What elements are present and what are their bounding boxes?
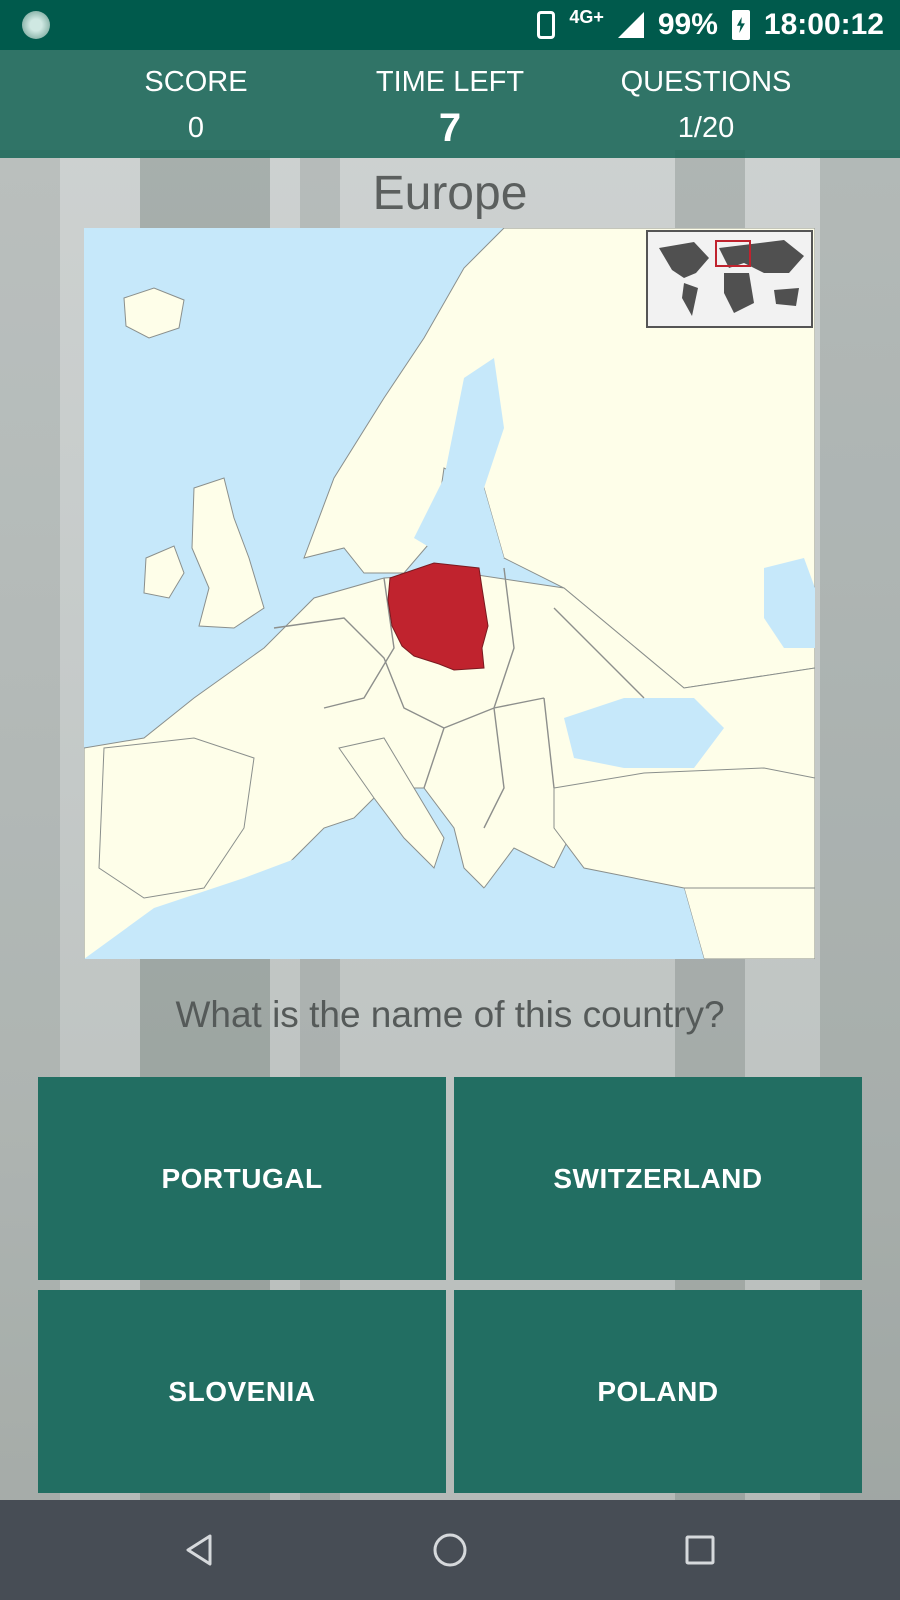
battery-charging-icon: [731, 10, 750, 40]
answer-button-poland[interactable]: POLAND: [454, 1290, 862, 1493]
questions-value: 1/20: [677, 112, 735, 144]
country-map: [83, 227, 816, 960]
navigation-bar: [0, 1500, 900, 1600]
answer-button-slovenia[interactable]: SLOVENIA: [38, 1290, 446, 1493]
questions-label: QUESTIONS: [620, 66, 792, 98]
time-stat: TIME LEFT 7: [320, 64, 580, 150]
question-text: What is the name of this country?: [175, 994, 725, 1035]
score-value: 0: [187, 112, 205, 144]
questions-stat: QUESTIONS 1/20: [576, 64, 836, 146]
score-stat: SCORE 0: [66, 64, 326, 146]
home-circle-icon[interactable]: [428, 1528, 472, 1572]
back-triangle-icon[interactable]: [178, 1528, 222, 1572]
stats-header: SCORE 0 TIME LEFT 7 QUESTIONS 1/20: [0, 50, 900, 158]
region-title: Europe: [372, 167, 528, 220]
time-left-label: TIME LEFT: [375, 66, 525, 98]
phone-icon: [537, 11, 556, 39]
answer-button-portugal[interactable]: PORTUGAL: [38, 1077, 446, 1280]
answer-button-switzerland[interactable]: SWITZERLAND: [454, 1077, 862, 1280]
signal-icon: [617, 12, 644, 38]
recents-square-icon[interactable]: [678, 1528, 722, 1572]
europe-map-graphic: [83, 227, 816, 960]
score-label: SCORE: [144, 66, 248, 98]
notification-icon: [22, 11, 50, 39]
battery-percent: 99%: [657, 8, 718, 41]
clock: 18:00:12: [763, 8, 884, 41]
status-bar: 4G+ 99% 18:00:12: [0, 0, 900, 50]
network-type: 4G+: [569, 6, 604, 27]
time-left-value: 7: [438, 106, 462, 150]
